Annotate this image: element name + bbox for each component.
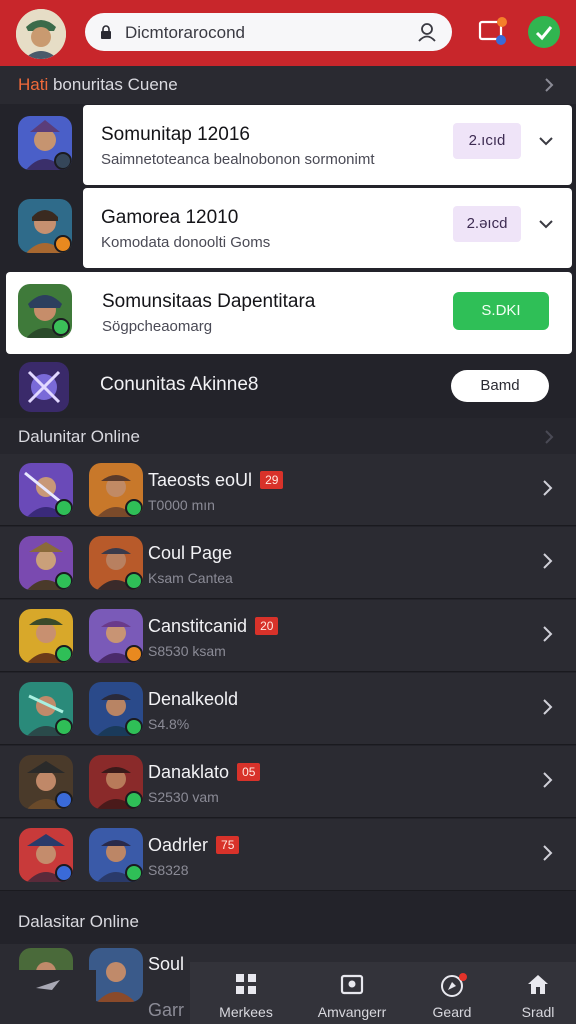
game-icon	[18, 116, 72, 170]
chevron-right-icon[interactable]	[540, 698, 554, 721]
nav-label: Sradl	[521, 1004, 555, 1020]
chevron-down-icon[interactable]	[538, 217, 554, 235]
list-item[interactable]: Canstitcanid 20 S8530 ksam	[0, 600, 576, 672]
game-icon	[89, 828, 143, 882]
game-icon	[19, 609, 73, 663]
game-icon	[19, 536, 73, 590]
top-bar: Dicmtorarocond	[0, 0, 576, 66]
item-title: Danaklato 05	[148, 762, 261, 783]
list-item[interactable]: Danaklato 05 S2530 vam	[0, 746, 576, 818]
card-subtitle: Sögpcheaomarg	[102, 318, 213, 335]
game-icon	[89, 755, 143, 809]
chevron-down-icon[interactable]	[538, 134, 554, 152]
card-subtitle: Saimnetoteanca bealnobonon sormonimt	[101, 151, 375, 168]
online-section-title: Dalunitar Online	[18, 427, 140, 446]
nav-merkees[interactable]: Merkees	[198, 970, 294, 1024]
game-icon	[19, 755, 73, 809]
count-badge: 75	[216, 836, 240, 854]
game-icon	[89, 948, 143, 1002]
card-subtitle: Komodata donoolti Goms	[101, 234, 271, 251]
messages-button[interactable]	[477, 16, 509, 48]
chevron-right-icon[interactable]	[540, 625, 554, 648]
list-item[interactable]: Oadrler 75 S8328	[0, 819, 576, 891]
second-section-title: Dalasitar Online	[18, 912, 139, 931]
featured-section-header: Hati bonuritas Cuene	[0, 66, 576, 104]
nav-label: Merkees	[219, 1004, 273, 1020]
chevron-right-icon[interactable]	[540, 771, 554, 794]
game-icon	[19, 362, 69, 412]
compass-icon	[441, 973, 467, 997]
card-title: Somunitap 12016	[101, 124, 250, 145]
item-subtitle: S4.8%	[148, 716, 190, 732]
featured-card[interactable]: Somunitap 12016 Saimnetoteanca bealnobon…	[83, 105, 572, 185]
card-pill-button[interactable]: 2.əıcd	[453, 206, 521, 242]
game-icon	[19, 463, 73, 517]
game-icon	[89, 682, 143, 736]
game-icon	[19, 682, 73, 736]
nav-sradl[interactable]: Sradl	[490, 970, 576, 1024]
plane-icon	[36, 980, 60, 990]
sync-button[interactable]: S.DKI	[453, 292, 549, 330]
chevron-right-icon[interactable]	[540, 479, 554, 502]
item-title: Denalkeold	[148, 689, 239, 709]
chevron-right-icon[interactable]	[540, 552, 554, 575]
nav-label: Amvangerr	[317, 1004, 387, 1020]
item-subtitle: T0000 mın	[148, 497, 215, 513]
community-title: Conunitas Akinne8	[100, 374, 259, 395]
item-subtitle: S8328	[148, 862, 189, 878]
community-button[interactable]: Bamd	[451, 370, 549, 402]
game-icon	[89, 536, 143, 590]
item-title: Garr	[148, 1000, 184, 1020]
refresh-icon	[535, 26, 553, 41]
chevron-right-icon[interactable]	[542, 77, 556, 98]
card-title: Gamorea 12010	[101, 207, 239, 228]
chest-icon	[340, 974, 364, 995]
grid-icon	[236, 974, 256, 994]
message-icon	[478, 17, 507, 45]
featured-card-highlighted[interactable]: Somunsitaas Dapentitara Sögpcheaomarg S.…	[6, 272, 572, 354]
chevron-right-icon[interactable]	[542, 429, 556, 450]
item-subtitle: S8530 ksam	[148, 643, 226, 659]
online-section-header: Dalunitar Online	[0, 418, 576, 456]
game-icon	[18, 284, 72, 338]
count-badge: 20	[255, 617, 279, 635]
card-title: Somunsitaas Dapentitara	[102, 291, 316, 312]
search-bar[interactable]: Dicmtorarocond	[85, 13, 452, 51]
featured-section-title: Hati bonuritas Cuene	[18, 75, 178, 94]
search-text: Dicmtorarocond	[125, 23, 245, 42]
item-title: Oadrler 75	[148, 835, 240, 856]
list-item[interactable]: Denalkeold S4.8%	[0, 673, 576, 745]
game-icon	[89, 463, 143, 517]
chevron-right-icon[interactable]	[540, 844, 554, 867]
item-subtitle: S2530 vam	[148, 789, 219, 805]
count-badge: 29	[260, 471, 284, 489]
bottom-navigation: Merkees Amvangerr Geard Sradl	[190, 962, 576, 1024]
second-section-header: Dalasitar Online	[0, 903, 576, 941]
featured-card[interactable]: Gamorea 12010 Komodata donoolti Goms 2.ə…	[83, 188, 572, 268]
game-icon	[89, 609, 143, 663]
profile-avatar[interactable]	[16, 9, 66, 59]
item-title: Taeosts eoUl 29	[148, 470, 284, 491]
item-title: Canstitcanid 20	[148, 616, 279, 637]
shield-button[interactable]	[528, 16, 560, 48]
nav-amvangerr[interactable]: Amvangerr	[304, 970, 400, 1024]
home-icon	[528, 975, 548, 994]
community-row[interactable]: Conunitas Akinne8 Bamd	[0, 356, 576, 418]
list-item[interactable]: Coul Page Ksam Cantea	[0, 527, 576, 599]
list-item[interactable]: Taeosts eoUl 29 T0000 mın	[0, 454, 576, 526]
item-title: Coul Page	[148, 543, 233, 563]
item-subtitle: Ksam Cantea	[148, 570, 233, 586]
nav-label: Geard	[432, 1004, 472, 1020]
game-icon	[19, 828, 73, 882]
user-icon[interactable]	[416, 21, 438, 48]
card-pill-button[interactable]: 2.ıcıd	[453, 123, 521, 159]
item-title: Soul	[148, 954, 185, 974]
floating-tab[interactable]	[0, 970, 96, 1024]
count-badge: 05	[237, 763, 261, 781]
nav-geard[interactable]: Geard	[404, 970, 500, 1024]
game-icon	[18, 199, 72, 253]
lock-icon	[98, 24, 114, 45]
